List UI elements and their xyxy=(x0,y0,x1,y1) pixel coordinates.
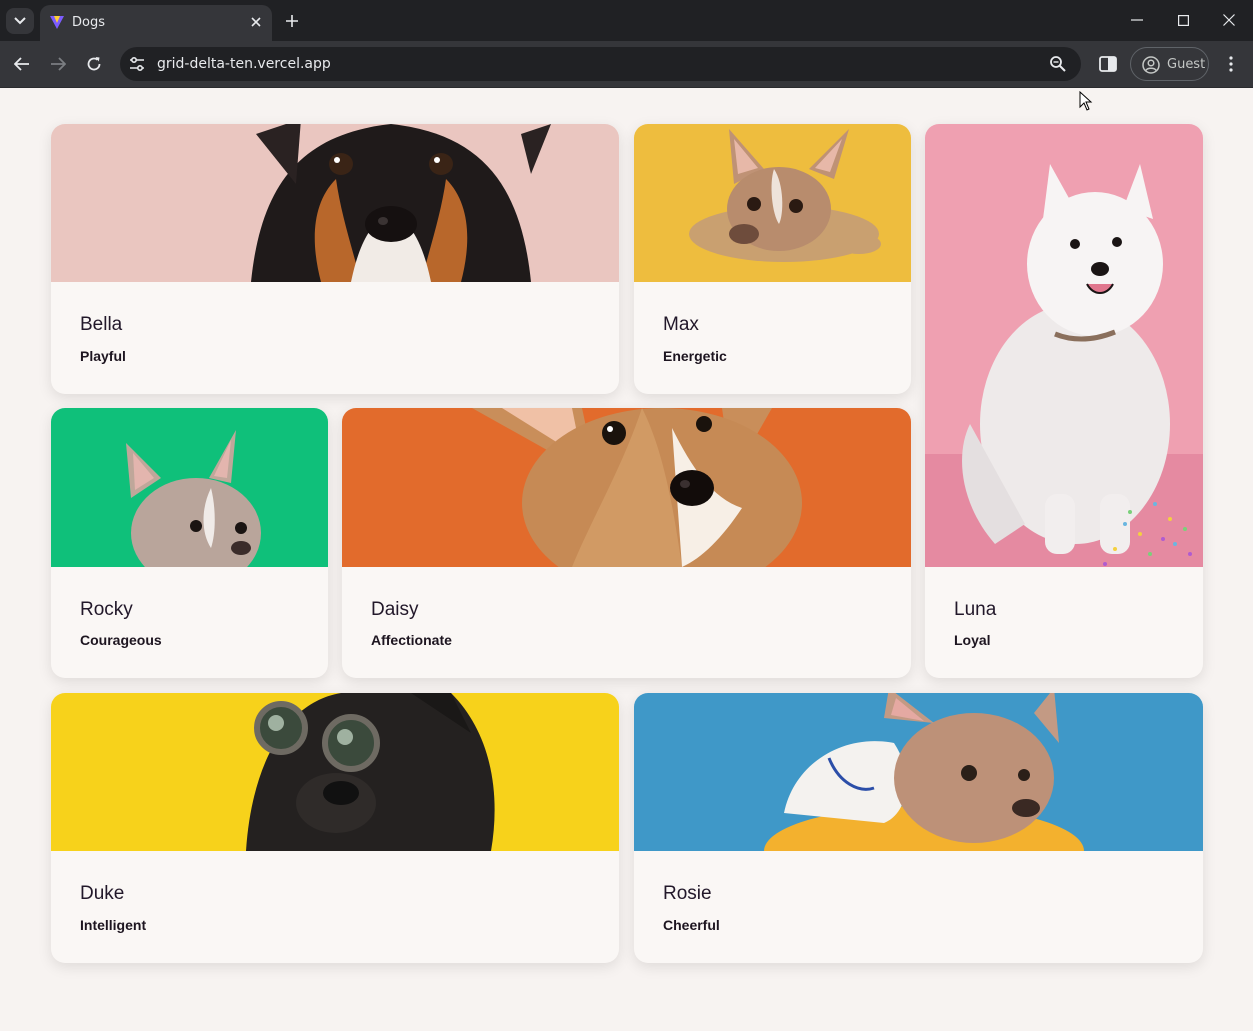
more-icon xyxy=(1229,56,1233,72)
dog-photo-bella xyxy=(51,124,619,282)
dog-name: Duke xyxy=(80,883,125,904)
dog-trait: Playful xyxy=(80,348,126,364)
back-icon xyxy=(14,57,29,71)
dog-name: Max xyxy=(663,314,699,335)
dog-trait: Energetic xyxy=(663,348,727,364)
side-panel-icon[interactable] xyxy=(1097,53,1119,75)
close-tab-button[interactable] xyxy=(248,14,264,30)
zoom-icon[interactable] xyxy=(1049,55,1067,73)
reload-button[interactable] xyxy=(81,51,107,77)
favicon-icon xyxy=(50,16,64,29)
url-text: grid-delta-ten.vercel.app xyxy=(157,56,331,72)
back-button[interactable] xyxy=(9,51,35,77)
tab-search-icon xyxy=(14,17,26,25)
dog-photo-daisy xyxy=(342,408,911,567)
address-bar[interactable]: grid-delta-ten.vercel.app xyxy=(120,47,1081,81)
maximize-icon xyxy=(1177,14,1189,26)
tab-dogs[interactable]: Dogs xyxy=(40,5,272,41)
mouse-cursor-icon xyxy=(1079,91,1093,111)
dog-card-bella[interactable]: Bella Playful xyxy=(51,124,619,394)
new-tab-button[interactable] xyxy=(281,10,303,32)
maximize-button[interactable] xyxy=(1163,6,1203,34)
dog-photo-max xyxy=(634,124,911,282)
profile-icon xyxy=(1142,56,1160,74)
dog-photo-rosie xyxy=(634,693,1203,851)
plus-icon xyxy=(286,15,298,27)
dog-photo-luna xyxy=(925,124,1203,567)
dog-trait: Courageous xyxy=(80,632,162,648)
dog-trait: Loyal xyxy=(954,632,991,648)
forward-icon xyxy=(51,57,66,71)
dog-card-max[interactable]: Max Energetic xyxy=(634,124,911,394)
close-window-button[interactable] xyxy=(1209,6,1249,34)
dog-card-luna[interactable]: Luna Loyal xyxy=(925,124,1203,678)
dog-name: Rosie xyxy=(663,883,712,904)
tab-search-button[interactable] xyxy=(6,8,34,34)
tab-title: Dogs xyxy=(72,15,105,30)
dog-trait: Intelligent xyxy=(80,917,147,933)
dog-trait: Cheerful xyxy=(663,917,720,933)
more-menu-button[interactable] xyxy=(1222,51,1240,77)
tab-strip: Dogs xyxy=(0,0,1253,41)
dog-trait: Affectionate xyxy=(371,632,452,648)
dog-card-duke[interactable]: Duke Intelligent xyxy=(51,693,619,963)
dog-card-rocky[interactable]: Rocky Courageous xyxy=(51,408,328,678)
dog-photo-rocky xyxy=(51,408,328,567)
dog-card-daisy[interactable]: Daisy Affectionate xyxy=(342,408,911,678)
minimize-button[interactable] xyxy=(1117,6,1157,34)
dog-name: Luna xyxy=(954,599,997,620)
dog-name: Bella xyxy=(80,314,123,335)
site-info-icon[interactable] xyxy=(128,55,146,73)
dog-card-rosie[interactable]: Rosie Cheerful xyxy=(634,693,1203,963)
dog-name: Rocky xyxy=(80,599,133,620)
dog-photo-duke xyxy=(51,693,619,851)
dog-name: Daisy xyxy=(371,599,419,620)
reload-icon xyxy=(87,57,101,71)
profile-button[interactable]: Guest xyxy=(1130,47,1209,81)
browser-toolbar: grid-delta-ten.vercel.app Guest xyxy=(0,41,1253,88)
profile-label: Guest xyxy=(1167,57,1206,72)
close-window-icon xyxy=(1223,14,1235,26)
forward-button[interactable] xyxy=(45,51,71,77)
close-icon xyxy=(251,17,261,27)
minimize-icon xyxy=(1131,19,1143,21)
